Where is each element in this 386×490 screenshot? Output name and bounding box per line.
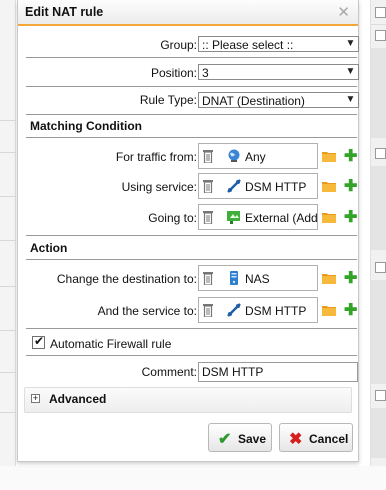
- folder-icon[interactable]: [322, 211, 336, 223]
- background-row-checkbox[interactable]: [375, 30, 386, 41]
- rule-type-row: Rule Type: DNAT (Destination) ▼: [26, 88, 359, 115]
- trash-icon[interactable]: [203, 179, 213, 193]
- folder-icon[interactable]: [322, 304, 336, 316]
- advanced-label: Advanced: [49, 392, 107, 406]
- change-destination-object[interactable]: NAS: [198, 265, 318, 291]
- position-select[interactable]: 3 ▼: [198, 64, 359, 80]
- expand-plus-icon[interactable]: +: [31, 394, 40, 403]
- using-service-label: Using service:: [121, 180, 197, 194]
- change-destination-label: Change the destination to:: [56, 272, 197, 286]
- matching-condition-section: Matching Condition: [26, 116, 357, 138]
- globe-network-icon: [228, 149, 240, 162]
- going-to-value: External (Add: [245, 211, 318, 225]
- auto-firewall-label: Automatic Firewall rule: [50, 337, 172, 351]
- trash-icon[interactable]: [203, 303, 213, 317]
- position-label: Position:: [150, 66, 197, 80]
- cancel-button[interactable]: ✖ Cancel: [279, 423, 353, 452]
- background-row-checkbox[interactable]: [375, 7, 386, 18]
- change-destination-value: NAS: [245, 272, 270, 286]
- close-icon[interactable]: ✕: [337, 3, 350, 21]
- and-service-value: DSM HTTP: [245, 304, 307, 318]
- comment-input-value: DSM HTTP: [202, 365, 264, 379]
- folder-icon[interactable]: [322, 150, 336, 162]
- trash-icon[interactable]: [203, 149, 213, 163]
- using-service-row: Using service: DSM HTTP ✚: [26, 172, 357, 202]
- auto-firewall-checkbox[interactable]: [32, 334, 45, 349]
- dialog-titlebar[interactable]: Edit NAT rule ✕: [18, 0, 358, 26]
- close-x-icon: ✖: [289, 431, 303, 448]
- traffic-from-label: For traffic from:: [115, 150, 197, 164]
- background-page-bottom: [0, 466, 386, 490]
- edit-nat-rule-dialog: Edit NAT rule ✕ Group: :: Please select …: [17, 0, 359, 462]
- chevron-down-icon: ▼: [342, 65, 358, 79]
- trash-icon[interactable]: [203, 210, 213, 224]
- group-select-value: :: Please select ::: [202, 38, 294, 52]
- rule-type-select-value: DNAT (Destination): [202, 94, 305, 108]
- service-connector-icon: [227, 303, 241, 317]
- chevron-down-icon: ▼: [342, 37, 358, 51]
- background-row-checkbox[interactable]: [375, 262, 386, 273]
- dialog-title: Edit NAT rule: [25, 5, 104, 19]
- cancel-button-label: Cancel: [309, 432, 349, 446]
- save-button-label: Save: [238, 432, 267, 446]
- action-heading: Action: [30, 241, 68, 255]
- group-select[interactable]: :: Please select :: ▼: [198, 36, 359, 52]
- auto-firewall-row: Automatic Firewall rule: [26, 331, 357, 356]
- going-to-label: Going to:: [148, 211, 197, 225]
- position-row: Position: 3 ▼: [26, 59, 359, 87]
- background-page-right: [370, 0, 386, 490]
- and-service-row: And the service to: DSM HTTP ✚: [26, 296, 357, 329]
- going-to-object[interactable]: External (Add: [198, 204, 318, 230]
- comment-label: Comment:: [141, 365, 197, 379]
- folder-icon[interactable]: [322, 180, 336, 192]
- add-icon[interactable]: ✚: [344, 149, 357, 165]
- action-section: Action: [26, 238, 357, 260]
- folder-icon[interactable]: [322, 272, 336, 284]
- add-icon[interactable]: ✚: [344, 179, 357, 195]
- service-connector-icon: [227, 179, 241, 193]
- traffic-from-row: For traffic from: Any ✚: [26, 142, 357, 172]
- host-device-icon: [230, 271, 238, 285]
- comment-row: Comment: DSM HTTP: [26, 358, 358, 384]
- add-icon[interactable]: ✚: [344, 210, 357, 226]
- trash-icon[interactable]: [203, 271, 213, 285]
- matching-condition-heading: Matching Condition: [30, 119, 142, 133]
- going-to-row: Going to: External (Add ✚: [26, 203, 357, 236]
- traffic-from-object[interactable]: Any: [198, 143, 318, 169]
- background-row-checkbox[interactable]: [375, 148, 386, 159]
- position-select-value: 3: [202, 66, 209, 80]
- add-icon[interactable]: ✚: [344, 303, 357, 319]
- chevron-down-icon: ▼: [342, 93, 358, 107]
- checkmark-icon: ✔: [218, 431, 232, 448]
- comment-input[interactable]: DSM HTTP: [198, 362, 358, 382]
- save-button[interactable]: ✔ Save: [208, 423, 272, 452]
- change-destination-row: Change the destination to: NAS ✚: [26, 264, 357, 296]
- add-icon[interactable]: ✚: [344, 271, 357, 287]
- group-row: Group: :: Please select :: ▼: [26, 32, 359, 58]
- rule-type-select[interactable]: DNAT (Destination) ▼: [198, 92, 359, 108]
- rule-type-label: Rule Type:: [139, 93, 197, 107]
- using-service-object[interactable]: DSM HTTP: [198, 173, 318, 199]
- external-interface-icon: [227, 211, 240, 224]
- group-label: Group:: [160, 38, 197, 52]
- using-service-value: DSM HTTP: [245, 180, 307, 194]
- advanced-expander[interactable]: + Advanced: [24, 387, 352, 413]
- and-service-object[interactable]: DSM HTTP: [198, 297, 318, 323]
- background-row-checkbox[interactable]: [375, 390, 386, 401]
- and-service-label: And the service to:: [97, 304, 197, 318]
- traffic-from-value: Any: [245, 150, 266, 164]
- background-page-left: [0, 0, 16, 490]
